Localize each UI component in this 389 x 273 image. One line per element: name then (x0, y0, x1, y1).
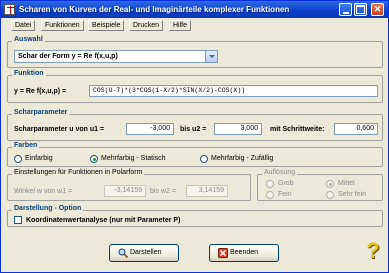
darstellen-button[interactable]: Darstellen (109, 244, 179, 262)
polarform-group: Einstellungen für Funktionen in Polarfor… (7, 169, 251, 201)
w1-label: Winkel w von w1 = (14, 188, 73, 195)
radio-fein-label: Fein (278, 191, 292, 198)
radio-fein[interactable] (266, 191, 274, 199)
main-window: Scharen von Kurven der Real- und Imaginä… (0, 0, 389, 273)
beenden-label: Beenden (230, 249, 259, 256)
w2-label: bis w2 = (150, 188, 176, 195)
radio-einfarbig-label: Einfarbig (25, 155, 53, 162)
radio-grob-label: Grob (278, 180, 294, 187)
scharparameter-group: Scharparameter Scharparameter u von u1 =… (7, 109, 383, 141)
polarform-legend: Einstellungen für Funktionen in Polarfor… (12, 169, 145, 176)
darstellung-group: Darstellung - Option Koordinatenwertanal… (7, 205, 383, 227)
function-label: y = Re f(x,u,p) = (14, 88, 67, 95)
maximize-button[interactable] (354, 3, 367, 16)
menu-drucken[interactable]: Drucken (129, 20, 164, 31)
w2-input[interactable]: 3,14159 (186, 185, 228, 197)
aufloesung-group: Auflösung Grob Mittel Fein Sehr fein (257, 169, 383, 201)
step-label: mit Schrittweite: (270, 126, 325, 133)
close-icon (218, 248, 228, 258)
minimize-button[interactable] (339, 3, 352, 16)
funktion-legend: Funktion (12, 70, 46, 77)
radio-einfarbig[interactable] (14, 155, 22, 163)
step-input[interactable]: 0,600 (334, 123, 378, 135)
chevron-down-icon[interactable] (205, 51, 217, 62)
menu-datei[interactable]: Datei (11, 20, 36, 31)
farben-legend: Farben (12, 142, 40, 149)
window-title: Scharen von Kurven der Real- und Imaginä… (19, 5, 290, 14)
koordinatenwertanalyse-checkbox[interactable] (14, 216, 22, 224)
radio-mehrfarbig-statisch-label: Mehrfarbig - Statisch (101, 155, 166, 162)
menu-hilfe[interactable]: Hilfe (169, 20, 192, 31)
u2-label: bis u2 = (180, 126, 207, 133)
farben-group: Farben Einfarbig Mehrfarbig - Statisch M… (7, 142, 383, 167)
function-input[interactable]: COS(U-7)*(3*COS(1-X/2)*SIN(X/2)-COS(X)) (89, 85, 378, 97)
close-button[interactable]: ✕ (371, 3, 384, 16)
radio-grob[interactable] (266, 180, 274, 188)
magnifier-icon (118, 248, 128, 258)
u1-input[interactable]: -3,000 (126, 123, 174, 135)
radio-sehr-fein[interactable] (326, 191, 334, 199)
aufloesung-legend: Auflösung (262, 169, 298, 176)
funktion-group: Funktion y = Re f(x,u,p) = COS(U-7)*(3*C… (7, 70, 383, 103)
radio-mehrfarbig-zufaellig-label: Mehrfarbig - Zufällig (211, 155, 274, 162)
function-type-value: Schar der Form y = Re f(x,u,p) (18, 53, 118, 60)
scharparameter-legend: Scharparameter (12, 109, 70, 116)
app-icon (4, 4, 15, 15)
koordinatenwertanalyse-label: Koordinatenwertanalyse (nur mit Paramete… (26, 217, 181, 224)
radio-mehrfarbig-zufaellig[interactable] (200, 155, 208, 163)
darstellen-label: Darstellen (130, 249, 162, 256)
menu-funktionen[interactable]: Funktionen (41, 20, 84, 31)
auswahl-legend: Auswahl (12, 36, 45, 43)
function-type-select[interactable]: Schar der Form y = Re f(x,u,p) (14, 50, 218, 63)
title-bar: Scharen von Kurven der Real- und Imaginä… (1, 1, 388, 18)
radio-sehr-fein-label: Sehr fein (338, 191, 367, 198)
help-icon[interactable]: ? (361, 237, 385, 265)
menu-beispiele[interactable]: Beispiele (88, 20, 125, 31)
darstellung-legend: Darstellung - Option (12, 205, 84, 212)
auswahl-group: Auswahl Schar der Form y = Re f(x,u,p) (7, 36, 383, 68)
w1-input[interactable]: -3,14159 (104, 185, 146, 197)
u1-label: Scharparameter u von u1 = (14, 126, 105, 133)
beenden-button[interactable]: Beenden (209, 244, 279, 262)
u2-input[interactable]: 3,000 (214, 123, 262, 135)
radio-mittel[interactable] (326, 180, 334, 188)
radio-mehrfarbig-statisch[interactable] (90, 155, 98, 163)
menu-bar: Datei Funktionen Beispiele Drucken Hilfe (1, 18, 388, 33)
radio-mittel-label: Mittel (338, 180, 355, 187)
